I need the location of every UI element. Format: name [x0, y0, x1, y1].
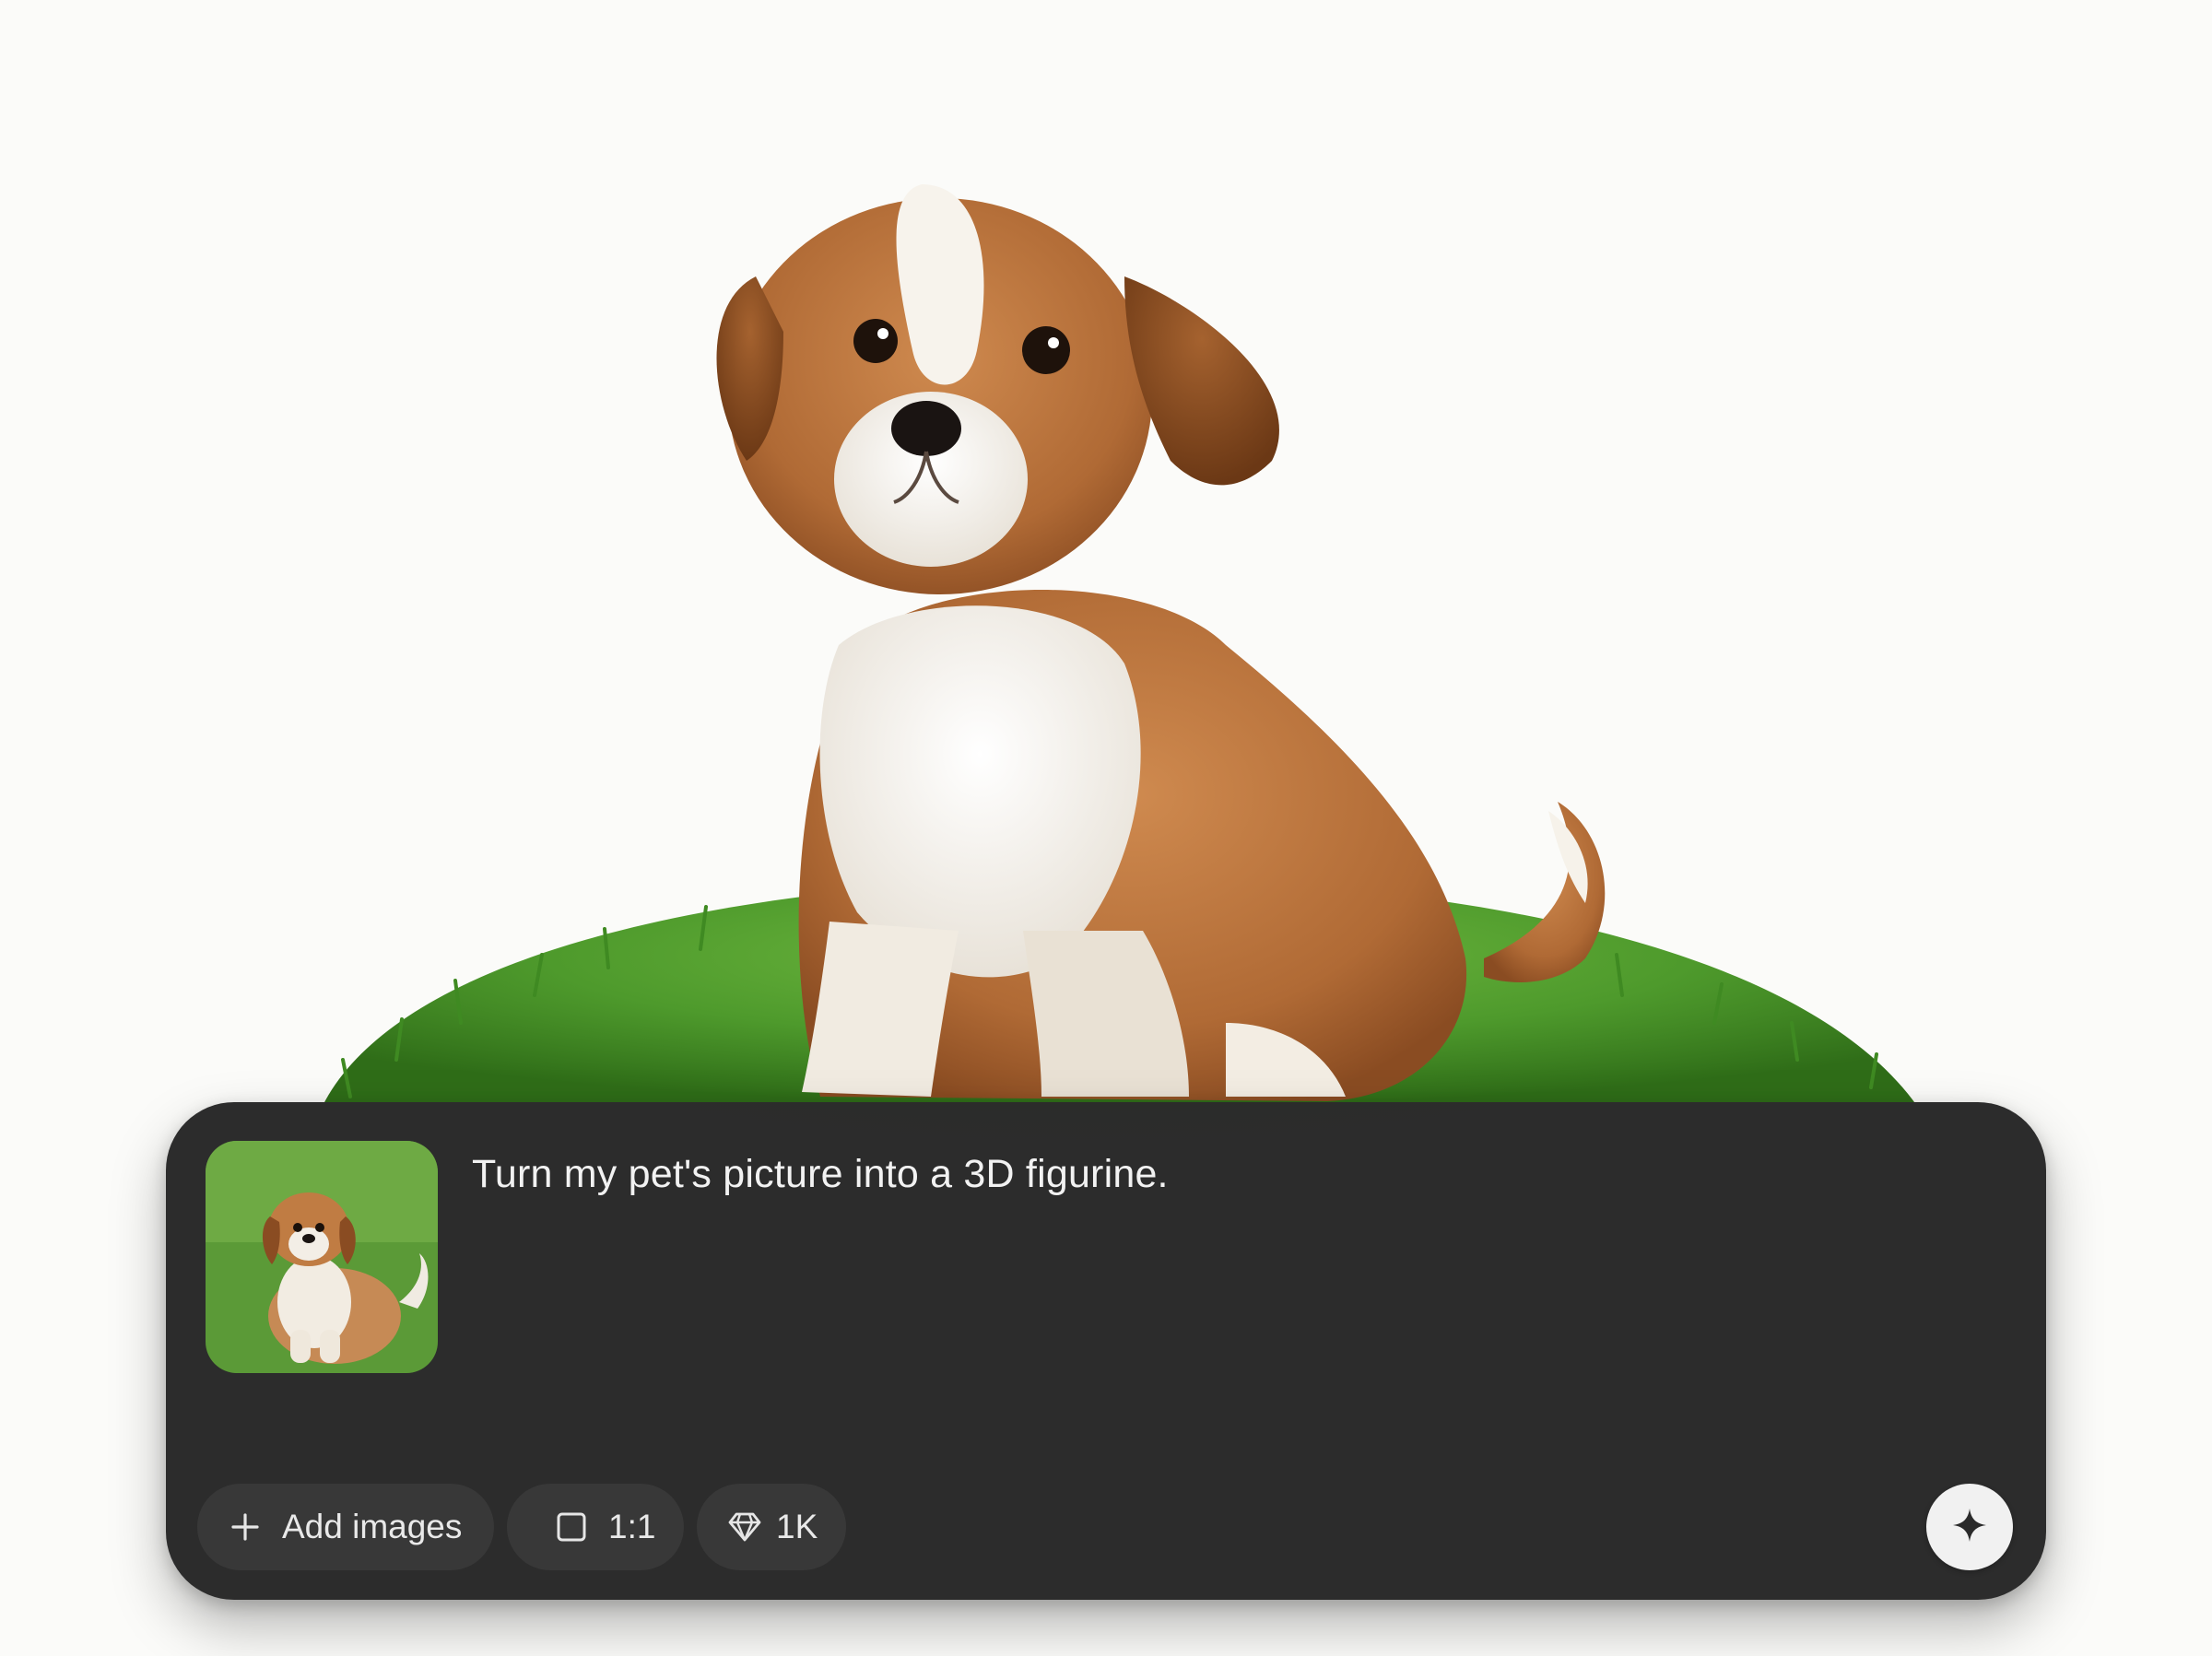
plus-icon [227, 1509, 264, 1545]
aspect-ratio-label: 1:1 [608, 1508, 656, 1545]
square-icon [553, 1509, 590, 1545]
sparkle-icon [1951, 1507, 1988, 1548]
prompt-panel: Turn my pet's picture into a 3D figurine… [166, 1102, 2046, 1600]
add-images-button[interactable]: Add images [197, 1484, 494, 1570]
add-images-label: Add images [282, 1508, 463, 1545]
pet-photo-thumbnail-image [206, 1141, 438, 1373]
resolution-button[interactable]: 1K [697, 1484, 846, 1570]
prompt-text[interactable]: Turn my pet's picture into a 3D figurine… [472, 1150, 1991, 1198]
resolution-label: 1K [776, 1508, 818, 1545]
prompt-toolbar: Add images 1:1 1K [197, 1484, 846, 1570]
generate-button[interactable] [1926, 1484, 2013, 1570]
aspect-ratio-button[interactable]: 1:1 [507, 1484, 684, 1570]
pet-photo-thumbnail[interactable] [206, 1141, 438, 1373]
diamond-icon [726, 1509, 763, 1545]
